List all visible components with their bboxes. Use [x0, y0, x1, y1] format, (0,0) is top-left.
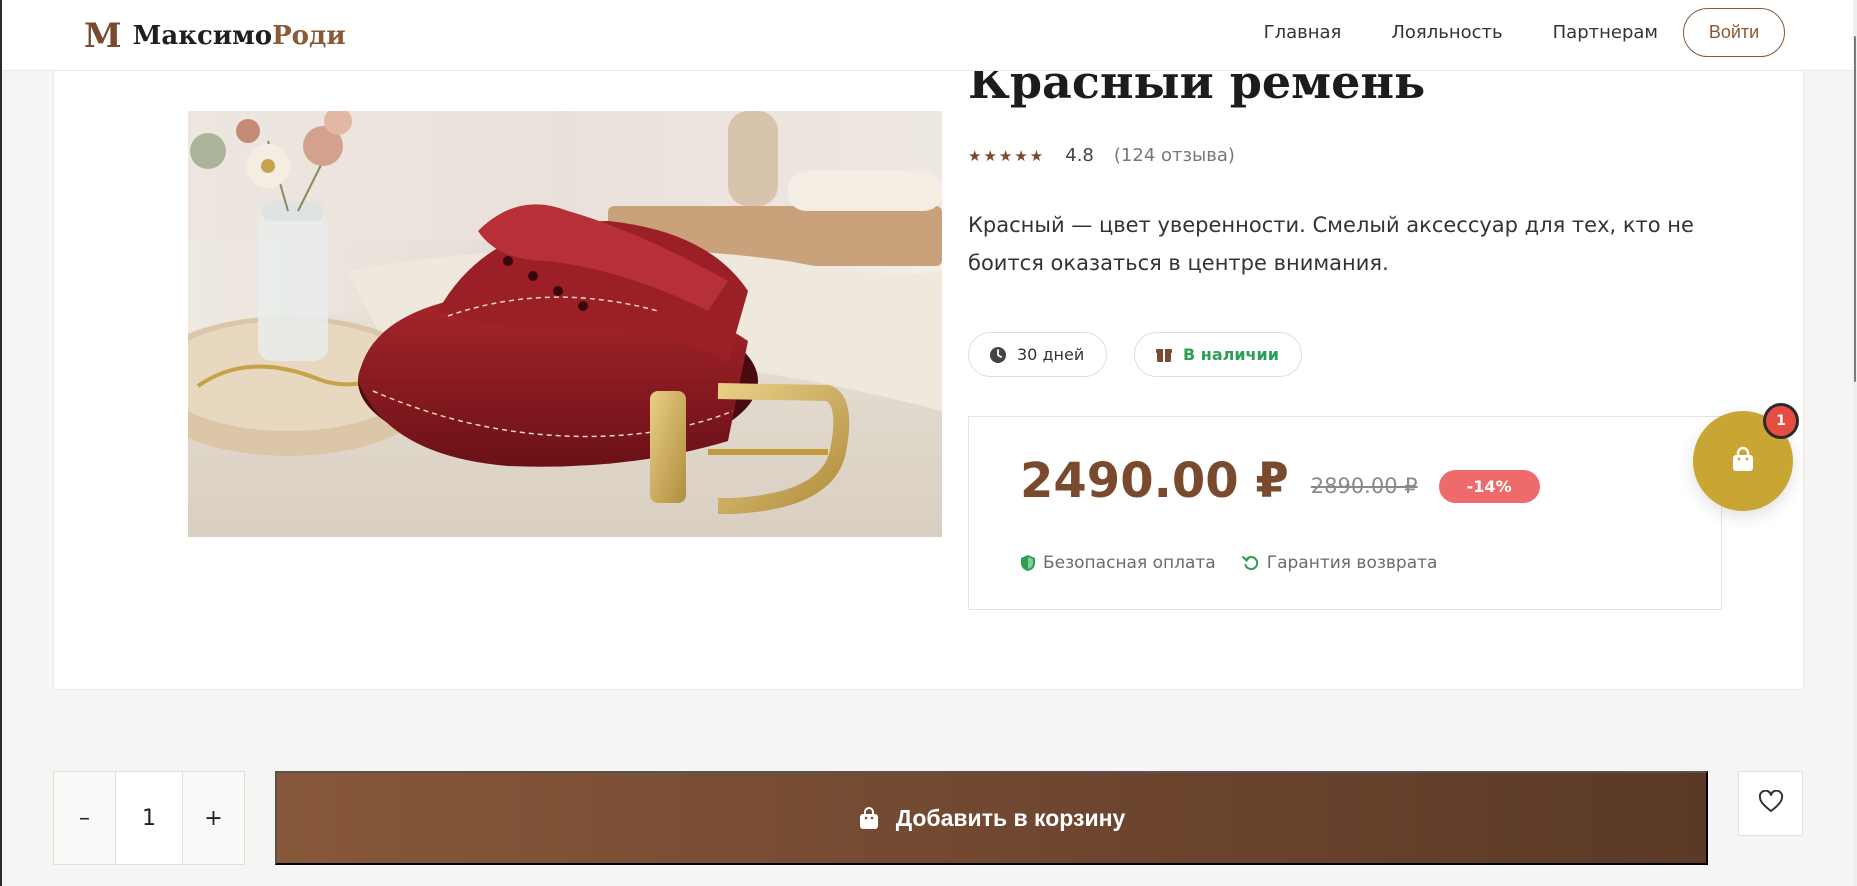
return-arrow-icon	[1241, 554, 1260, 572]
logo-text: МаксимоРоди	[133, 21, 346, 51]
site-header: M МаксимоРоди Главная Лояльность Партнер…	[2, 0, 1853, 71]
rating-stars-icon: ★★★★★	[968, 146, 1046, 165]
logo-text-accent: Роди	[272, 21, 346, 51]
stock-label: В наличии	[1183, 345, 1279, 364]
add-to-cart-label: Добавить в корзину	[895, 804, 1126, 831]
main-nav: Главная Лояльность Партнерам Войти	[1264, 8, 1785, 57]
return-guarantee-label: Гарантия возврата	[1266, 553, 1438, 573]
shopping-bag-icon	[1729, 445, 1757, 477]
current-price: 2490.00 ₽	[1020, 453, 1289, 509]
quantity-stepper: – 1 +	[53, 771, 245, 865]
login-button[interactable]: Войти	[1683, 8, 1785, 57]
clock-icon	[989, 346, 1007, 364]
reviews-count[interactable]: (124 отзыва)	[1114, 145, 1235, 166]
quantity-increase-button[interactable]: +	[183, 772, 244, 864]
page-edge	[0, 0, 2, 886]
nav-partners[interactable]: Партнерам	[1553, 22, 1658, 43]
scrollbar-thumb[interactable]	[1854, 36, 1856, 382]
delivery-label: 30 дней	[1017, 345, 1085, 364]
shopping-bag-icon	[858, 806, 880, 830]
nav-loyalty[interactable]: Лояльность	[1391, 22, 1502, 43]
rating: ★★★★★ 4.8 (124 отзыва)	[968, 145, 1235, 166]
secure-payment-label: Безопасная оплата	[1043, 553, 1216, 573]
delivery-chip: 30 дней	[968, 332, 1108, 377]
box-icon	[1155, 346, 1173, 364]
quantity-decrease-button[interactable]: –	[54, 772, 115, 864]
return-guarantee: Гарантия возврата	[1241, 553, 1438, 573]
quantity-input[interactable]: 1	[115, 772, 183, 864]
product-image	[188, 111, 942, 537]
discount-badge: -14%	[1438, 469, 1540, 503]
rating-value: 4.8	[1065, 145, 1094, 166]
cart-count-badge: 1	[1763, 403, 1799, 439]
old-price: 2890.00 ₽	[1310, 474, 1418, 498]
favorite-button[interactable]	[1738, 771, 1803, 836]
add-to-cart-button[interactable]: Добавить в корзину	[275, 771, 1708, 865]
product-description: Красный — цвет уверенности. Смелый аксес…	[968, 213, 1694, 275]
logo[interactable]: M МаксимоРоди	[84, 16, 346, 56]
price-box: 2490.00 ₽ 2890.00 ₽ -14% Безопасная опла…	[968, 416, 1722, 610]
logo-text-main: Максимо	[132, 21, 273, 51]
shield-icon	[1020, 554, 1036, 572]
heart-icon	[1758, 789, 1784, 817]
stock-chip: В наличии	[1134, 332, 1302, 377]
secure-payment: Безопасная оплата	[1020, 553, 1216, 573]
nav-home[interactable]: Главная	[1264, 22, 1342, 43]
logo-mark: M	[84, 16, 122, 56]
